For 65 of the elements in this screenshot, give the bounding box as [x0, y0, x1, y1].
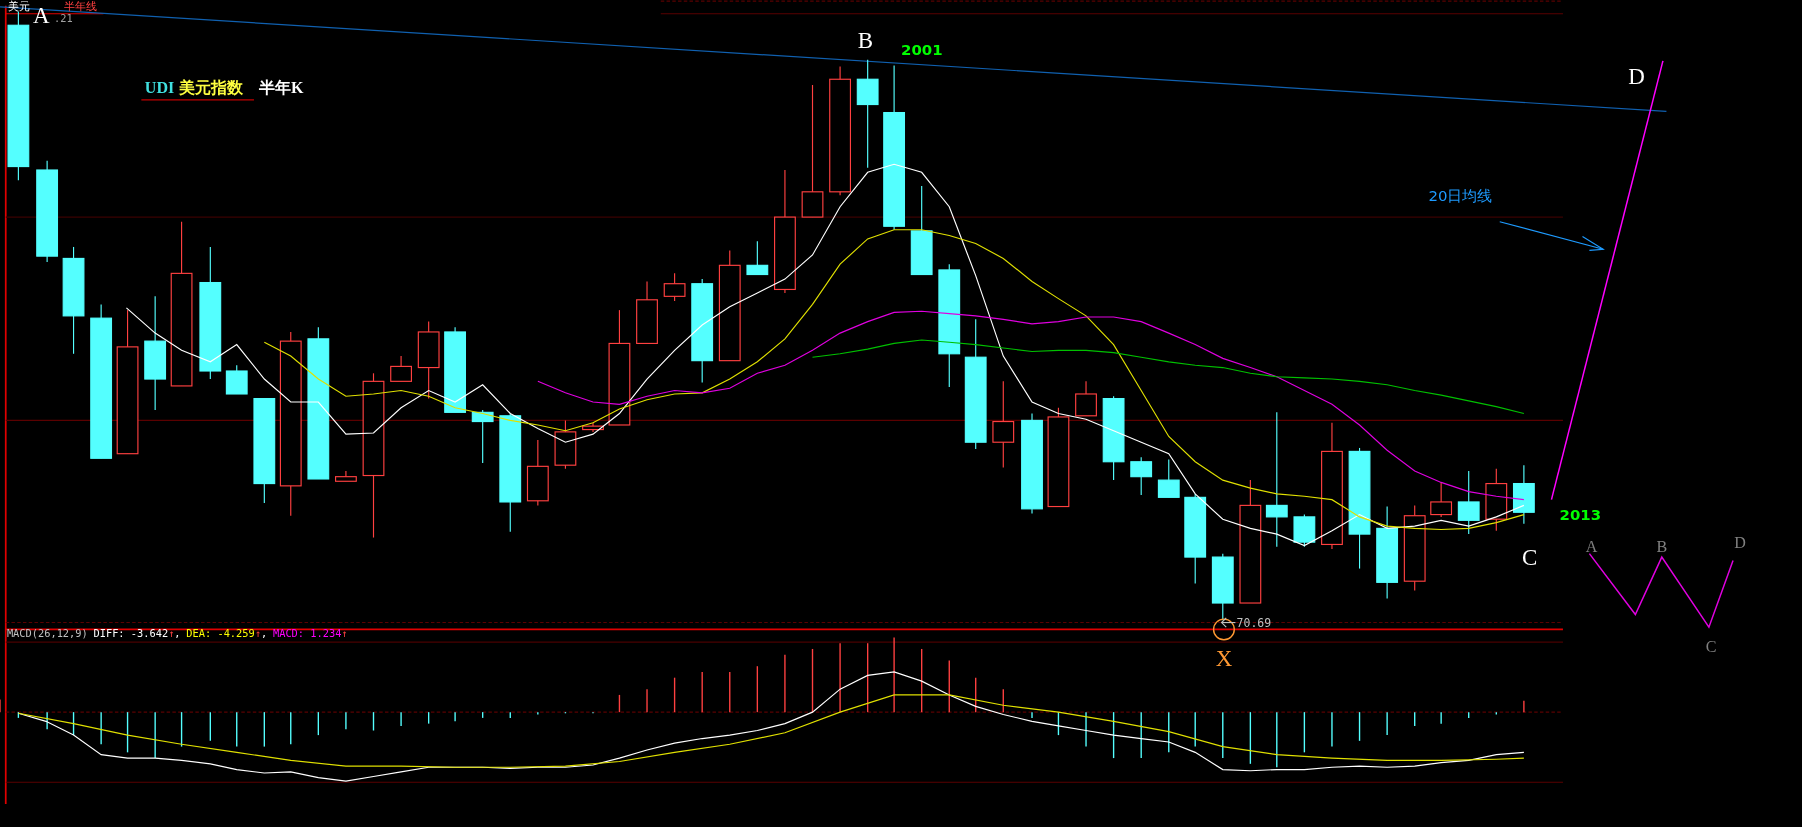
period-label: 半年K: [259, 79, 304, 97]
candlestick: [1130, 456, 1153, 496]
macd-bar: [1112, 711, 1115, 759]
macd-bar: [126, 711, 129, 754]
macd-bar: [180, 711, 183, 748]
index-code: UDI: [144, 79, 175, 97]
macd-bar: [673, 677, 676, 713]
candlestick: [335, 470, 357, 482]
macd-bar: [618, 694, 621, 713]
macd-bar: [1358, 711, 1361, 742]
indicator-value: DIFF: -3.642: [93, 627, 169, 640]
low-price-label: 70.69: [1236, 616, 1272, 631]
candlestick: [663, 272, 686, 302]
annotation-label: A: [1585, 538, 1598, 556]
annotation-label: X: [1215, 646, 1233, 672]
candlestick: [1293, 514, 1316, 548]
annotation-label: 2001: [901, 41, 943, 60]
indicator-name: MACD(26,12,9): [6, 627, 88, 640]
macd-bar: [427, 711, 430, 725]
macd-bar: [564, 711, 567, 714]
macd-bar: [72, 711, 75, 736]
candlestick: [390, 355, 412, 382]
macd-bar: [756, 665, 759, 713]
candlestick: [1512, 464, 1535, 525]
macd-bar: [1249, 711, 1252, 765]
indicator-value: DEA: -4.259: [186, 627, 255, 640]
candlestick: [746, 240, 769, 276]
candlestick: [526, 439, 549, 506]
macd-bar: [17, 711, 20, 719]
trend-arrow: ↑: [341, 627, 348, 640]
annotation-label: D: [1628, 63, 1645, 89]
candlestick: [1457, 470, 1480, 535]
macd-bar: [866, 642, 869, 713]
candlestick: [471, 409, 494, 464]
candlestick: [1157, 458, 1180, 498]
macd-bar: [1303, 711, 1306, 754]
candlestick: [582, 422, 604, 433]
annotation-label: B: [857, 28, 874, 54]
trend-arrow: ↑: [168, 627, 175, 640]
annotation-label: C: [1705, 638, 1717, 656]
macd-bar: [811, 648, 814, 713]
candlestick: [225, 364, 248, 395]
low-point-circle: [1212, 618, 1235, 641]
candlestick: [636, 280, 658, 344]
index-name: 美元指数: [178, 79, 243, 97]
trend-arrow: ↑: [254, 627, 261, 640]
price-label: .21: [54, 11, 73, 24]
candlestick: [1075, 380, 1097, 417]
macd-bar: [317, 711, 320, 736]
candlestick: [1211, 553, 1234, 621]
macd-bar: [1057, 711, 1060, 736]
annotation-label: 2013: [1559, 506, 1602, 525]
annotation-label: B: [1656, 538, 1668, 556]
annotation-label: C: [1521, 545, 1538, 571]
annotation-label: 20日均线: [1428, 187, 1493, 205]
candlestick: [554, 419, 577, 470]
macd-bar: [372, 711, 375, 732]
separator: ,: [174, 627, 181, 640]
overlay-label: 半年线: [64, 0, 98, 14]
candlestick: [1485, 468, 1508, 532]
separator: ,: [261, 627, 268, 640]
indicator-value: MACD: 1.234: [272, 627, 342, 640]
annotation-label: D: [1734, 533, 1746, 551]
arrow: [1220, 617, 1236, 628]
candlestick: [1430, 481, 1453, 518]
